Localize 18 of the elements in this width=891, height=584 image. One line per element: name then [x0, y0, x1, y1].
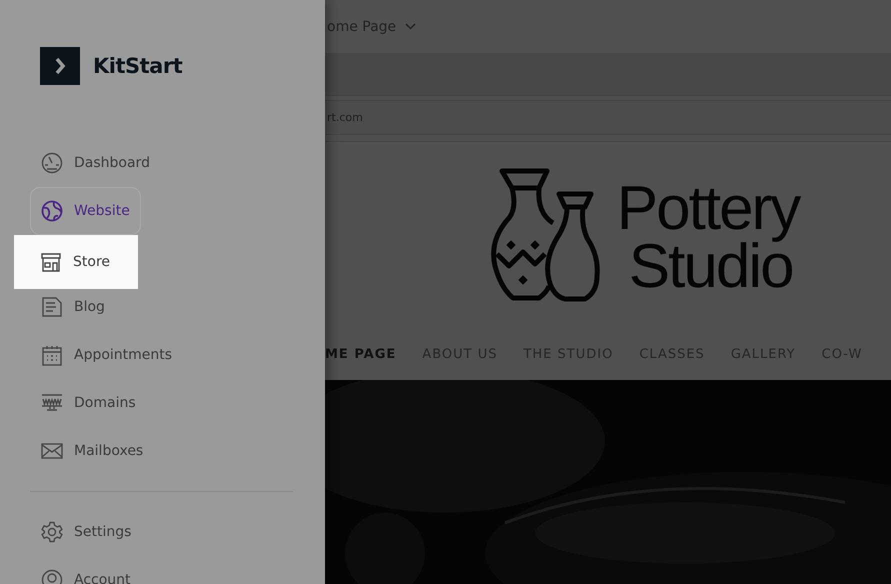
site-nav-link[interactable]: ME PAGE — [325, 347, 396, 362]
sidebar-item[interactable]: Dashboard — [30, 139, 161, 187]
storefront-icon — [40, 251, 62, 273]
calendar-icon — [41, 344, 63, 366]
document-icon — [41, 296, 63, 318]
gauge-icon — [41, 152, 63, 174]
sidebar-item[interactable]: Appointments — [30, 331, 184, 379]
sidebar-item[interactable]: Account — [30, 556, 142, 584]
sidebar-item[interactable]: Website — [30, 187, 141, 235]
chevron-logo-icon — [40, 46, 80, 84]
globe-icon — [41, 200, 63, 222]
sidebar-item[interactable]: Mailboxes — [30, 427, 154, 475]
brand-name: KitStart — [93, 54, 182, 78]
sidebar-item[interactable]: Settings — [30, 508, 142, 556]
sidebar-item[interactable]: Domains — [30, 379, 147, 427]
settings-icon — [41, 521, 63, 543]
sidebar-item[interactable]: Store — [14, 235, 138, 289]
chevron-down-icon — [405, 23, 416, 30]
